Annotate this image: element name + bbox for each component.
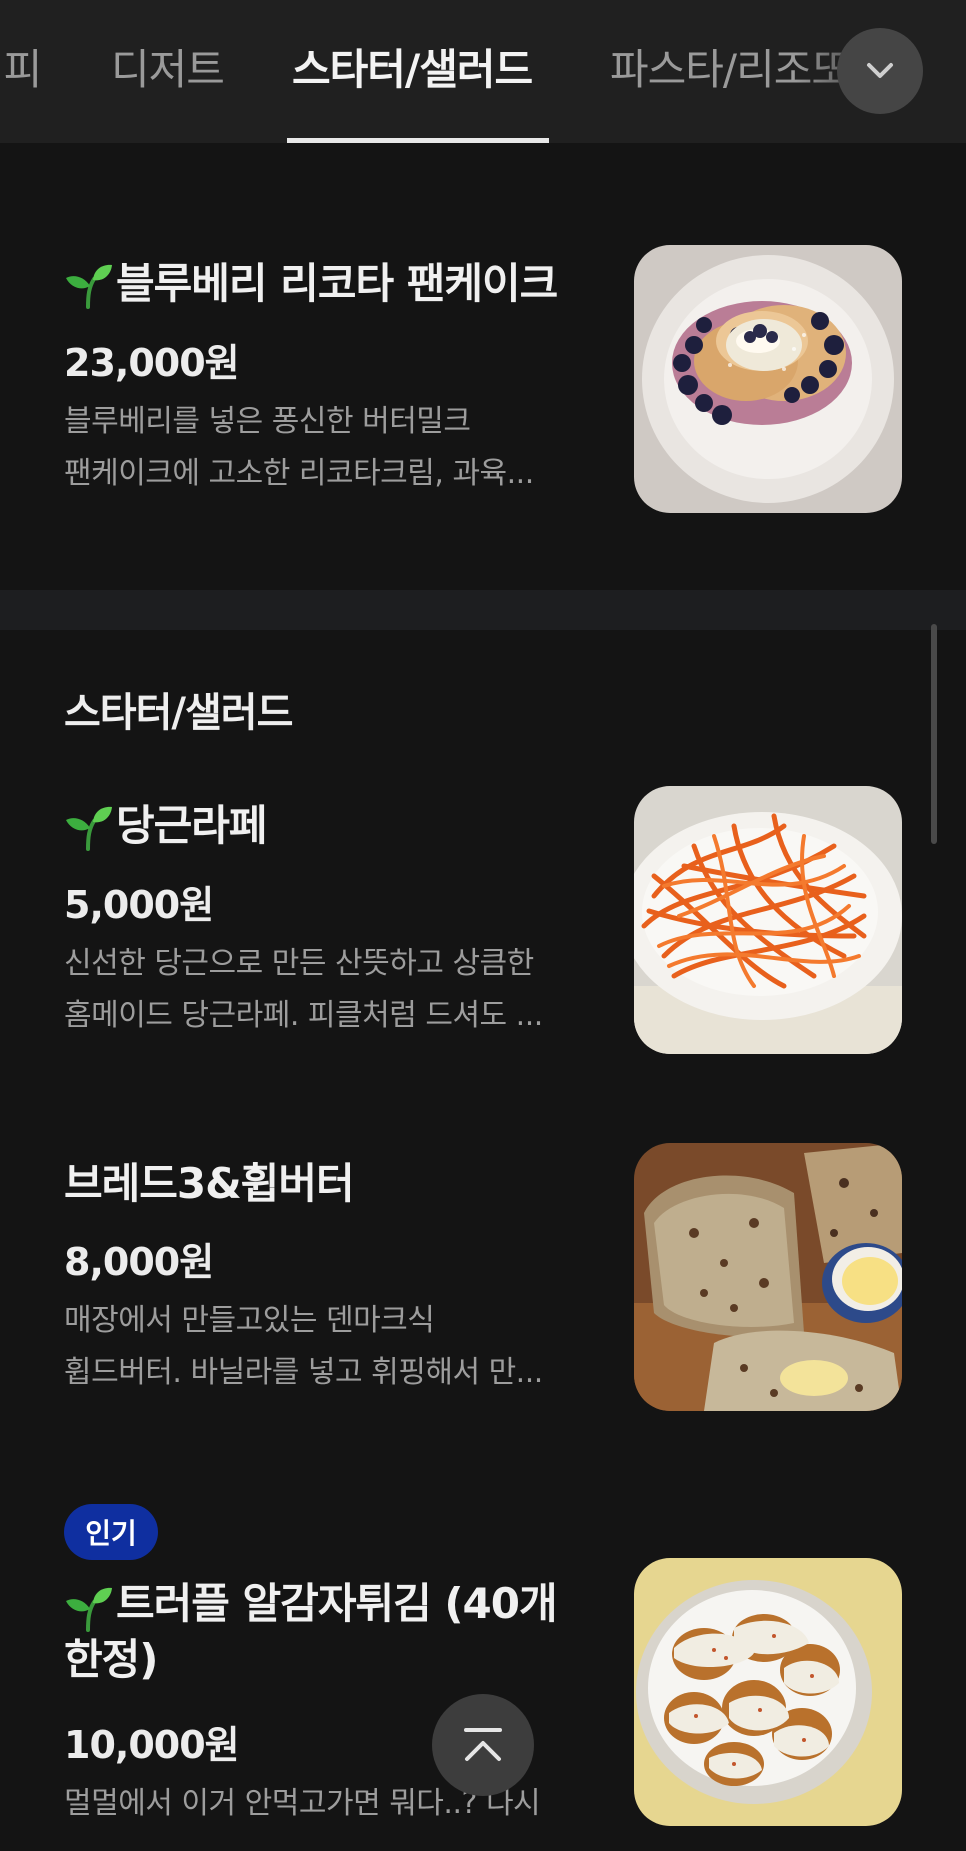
item-photo-pancake (634, 245, 902, 513)
tab-starter-salad[interactable]: 스타터/샐러드 (292, 36, 533, 97)
tabs-dropdown-button[interactable] (837, 28, 923, 114)
item-price: 23,000원 (64, 341, 240, 385)
popular-badge: 인기 (64, 1504, 158, 1560)
section-divider (0, 590, 966, 630)
item-name: 블루베리 리코타 팬케이크 (64, 256, 584, 312)
chevron-down-icon (867, 63, 893, 78)
item-photo-bread (634, 1143, 902, 1411)
item-price: 8,000원 (64, 1240, 214, 1284)
scrollbar-thumb[interactable] (931, 624, 937, 844)
item-price: 5,000원 (64, 883, 214, 927)
sprout-icon (66, 806, 112, 851)
item-description: 신선한 당근으로 만든 산뜻하고 상큼한 홈메이드 당근라페. 피클처럼 드셔도… (64, 938, 580, 1042)
item-name: 트러플 알감자튀김 (40개 한정) (64, 1576, 584, 1688)
active-tab-indicator (287, 138, 549, 143)
section-title-starter-salad: 스타터/샐러드 (64, 690, 293, 736)
sprout-icon (66, 264, 112, 309)
description-line: 홈메이드 당근라페. 피클처럼 드셔도 ... (64, 998, 543, 1033)
item-description: 매장에서 만들고있는 덴마크식 휩드버터. 바닐라를 넣고 휘핑해서 만... (64, 1295, 580, 1399)
item-price: 10,000원 (64, 1723, 240, 1767)
sprout-icon (66, 1587, 112, 1632)
arrow-up-to-top-icon (464, 1728, 502, 1761)
description-line: 블루베리를 넣은 퐁신한 버터밀크 (64, 404, 471, 439)
item-description: 블루베리를 넣은 퐁신한 버터밀크 팬케이크에 고소한 리코타크림, 과육... (64, 396, 580, 500)
item-name-line: 트러플 알감자튀김 (40개 (116, 1579, 558, 1628)
description-line: 팬케이크에 고소한 리코타크림, 과육... (64, 456, 534, 491)
description-line: 휩드버터. 바닐라를 넣고 휘핑해서 만... (64, 1355, 543, 1390)
category-tab-bar: 커피 디저트 스타터/샐러드 파스타/리조또 (0, 0, 966, 143)
item-name: 당근라페 (64, 798, 584, 854)
item-name-text: 당근라페 (116, 801, 268, 850)
description-line: 신선한 당근으로 만든 산뜻하고 상큼한 (64, 946, 534, 981)
description-line: 매장에서 만들고있는 덴마크식 (64, 1303, 435, 1338)
item-name-text: 블루베리 리코타 팬케이크 (116, 259, 558, 308)
tab-coffee[interactable]: 커피 (0, 36, 42, 97)
item-name-line: 한정) (64, 1635, 158, 1684)
tab-dessert[interactable]: 디저트 (111, 36, 225, 97)
item-photo-truffle-potato (634, 1558, 902, 1826)
item-photo-carrot (634, 786, 902, 1054)
scroll-to-top-button[interactable] (432, 1694, 534, 1796)
item-name-text: 브레드3&휩버터 (64, 1159, 355, 1208)
item-name: 브레드3&휩버터 (64, 1156, 584, 1212)
